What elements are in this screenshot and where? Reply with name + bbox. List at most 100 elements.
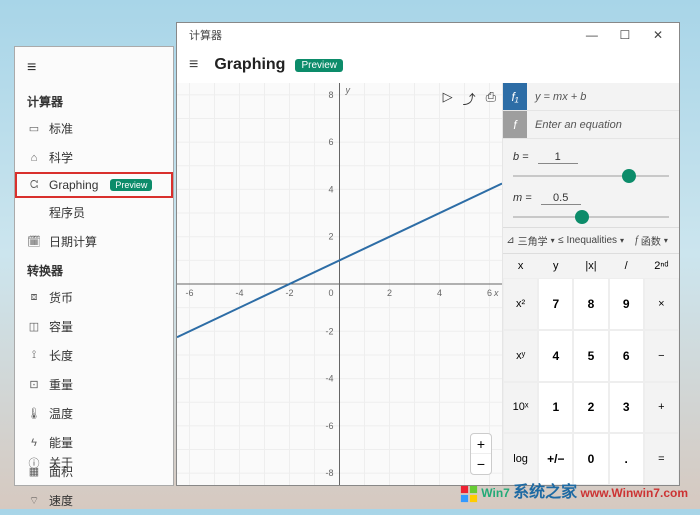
- svg-text:-4: -4: [325, 374, 333, 384]
- special-keys-row: xy|x|/2ⁿᵈ: [503, 254, 679, 278]
- preview-badge: Preview: [110, 179, 152, 191]
- graph-tool-0[interactable]: ▷: [443, 89, 453, 108]
- key-2ⁿᵈ[interactable]: 2ⁿᵈ: [644, 254, 679, 278]
- tab-label: 函数: [641, 233, 661, 248]
- tab-symbol-icon: ≤: [558, 235, 564, 246]
- hamburger-icon[interactable]: ≡: [15, 47, 173, 87]
- nav-item-日期计算[interactable]: 🗓 日期计算: [15, 227, 173, 256]
- nav-item-长度[interactable]: ⟟ 长度: [15, 341, 173, 370]
- nav-item-icon: ⌂: [27, 152, 41, 164]
- preview-badge: Preview: [295, 59, 343, 72]
- key-|x|[interactable]: |x|: [573, 254, 608, 278]
- key-/[interactable]: /: [609, 254, 644, 278]
- svg-text:2: 2: [387, 288, 392, 298]
- graph-plot: -6-4-2246-8-6-4-224680yx: [177, 83, 502, 485]
- nav-item-label: 容量: [49, 318, 73, 335]
- nav-item-速度[interactable]: ⌔ 速度: [15, 486, 173, 515]
- maximize-button[interactable]: ☐: [610, 28, 640, 42]
- svg-text:6: 6: [328, 137, 333, 147]
- slider-track[interactable]: [513, 168, 669, 184]
- svg-text:-2: -2: [325, 326, 333, 336]
- key-6[interactable]: 6: [609, 330, 644, 382]
- zoom-out-button[interactable]: −: [471, 454, 491, 474]
- nav-item-icon: ϟ: [27, 437, 41, 449]
- chevron-down-icon: ▾: [551, 236, 555, 245]
- tab-函数[interactable]: f函数▾: [624, 228, 679, 253]
- equation-index-icon: f: [503, 111, 527, 138]
- graph-tool-1[interactable]: ⤴: [463, 89, 476, 108]
- slider-m: m = 0.5: [503, 186, 679, 227]
- mode-bar: ≡ Graphing Preview: [177, 47, 679, 83]
- nav-group-calculator: 计算器: [15, 87, 173, 114]
- graph-tool-2[interactable]: ⎙: [486, 89, 496, 108]
- svg-text:-4: -4: [235, 288, 243, 298]
- equation-text: Enter an equation: [527, 119, 679, 131]
- nav-item-label: 长度: [49, 347, 73, 364]
- nav-item-标准[interactable]: ▭ 标准: [15, 114, 173, 143]
- svg-text:6: 6: [487, 288, 492, 298]
- nav-item-icon: ⌔: [27, 494, 41, 508]
- nav-item-label: 重量: [49, 376, 73, 393]
- hamburger-icon[interactable]: ≡: [189, 56, 198, 74]
- nav-item-label: 标准: [49, 120, 73, 137]
- equation-text: y = mx + b: [527, 91, 679, 103]
- zoom-in-button[interactable]: +: [471, 434, 491, 454]
- nav-item-label: Graphing: [49, 178, 98, 192]
- key-−[interactable]: −: [644, 330, 679, 382]
- equation-index-icon: f₁: [503, 83, 527, 110]
- key-×[interactable]: ×: [644, 278, 679, 330]
- key-y[interactable]: y: [538, 254, 573, 278]
- equation-row-0[interactable]: f₁ y = mx + b: [503, 83, 679, 111]
- slider-track[interactable]: [513, 209, 669, 225]
- nav-item-icon: ⊡: [27, 378, 41, 391]
- key-x²[interactable]: x²: [503, 278, 538, 330]
- svg-text:4: 4: [437, 288, 442, 298]
- nav-item-label: 货币: [49, 289, 73, 306]
- graph-panel[interactable]: -6-4-2246-8-6-4-224680yx ▷⤴⎙ + −: [177, 83, 503, 485]
- nav-about-label: 关于: [49, 454, 73, 471]
- nav-item-label: 科学: [49, 149, 73, 166]
- nav-item-icon: ⟟: [27, 349, 41, 362]
- close-button[interactable]: ✕: [643, 28, 673, 42]
- nav-item-graphing[interactable]: ᘳ GraphingPreview: [15, 172, 173, 198]
- mode-title: Graphing: [214, 56, 285, 74]
- key-+[interactable]: +: [644, 382, 679, 434]
- slider-thumb[interactable]: [575, 210, 589, 224]
- svg-text:-6: -6: [185, 288, 193, 298]
- key-5[interactable]: 5: [573, 330, 608, 382]
- key-3[interactable]: 3: [609, 382, 644, 434]
- nav-item-温度[interactable]: 🌡 温度: [15, 399, 173, 428]
- titlebar: 计算器 — ☐ ✕: [177, 23, 679, 47]
- svg-text:-2: -2: [285, 288, 293, 298]
- key-4[interactable]: 4: [538, 330, 573, 382]
- minimize-button[interactable]: —: [577, 28, 607, 42]
- key-x[interactable]: x: [503, 254, 538, 278]
- key-1[interactable]: 1: [538, 382, 573, 434]
- watermark: Win7 系统之家 www.Winwin7.com: [460, 478, 688, 503]
- equation-panel: f₁ y = mx + bf Enter an equation b = 1 m…: [503, 83, 679, 485]
- nav-group-converter: 转换器: [15, 256, 173, 283]
- key-2[interactable]: 2: [573, 382, 608, 434]
- key-8[interactable]: 8: [573, 278, 608, 330]
- slider-b: b = 1: [503, 145, 679, 186]
- equation-row-1[interactable]: f Enter an equation: [503, 111, 679, 139]
- calculator-nav-window: ≡ 计算器 ▭ 标准⌂ 科学ᘳ GraphingPreview 程序员🗓 日期计…: [14, 46, 174, 486]
- nav-item-容量[interactable]: ◫ 容量: [15, 312, 173, 341]
- nav-item-程序员[interactable]: 程序员: [15, 198, 173, 227]
- key-10ˣ[interactable]: 10ˣ: [503, 382, 538, 434]
- nav-about[interactable]: ⓘ 关于: [15, 448, 173, 477]
- key-xʸ[interactable]: xʸ: [503, 330, 538, 382]
- key-9[interactable]: 9: [609, 278, 644, 330]
- svg-text:y: y: [345, 85, 351, 95]
- tab-三角学[interactable]: ⊿三角学▾: [503, 228, 558, 253]
- calculator-main-window: 计算器 — ☐ ✕ ≡ Graphing Preview -6-4-2246-8…: [176, 22, 680, 486]
- key-7[interactable]: 7: [538, 278, 573, 330]
- tab-symbol-icon: f: [635, 235, 638, 246]
- nav-item-科学[interactable]: ⌂ 科学: [15, 143, 173, 172]
- nav-item-货币[interactable]: ⧈ 货币: [15, 283, 173, 312]
- nav-item-重量[interactable]: ⊡ 重量: [15, 370, 173, 399]
- nav-item-label: 日期计算: [49, 233, 97, 250]
- tab-inequalities[interactable]: ≤Inequalities▾: [558, 228, 624, 253]
- nav-item-icon: ◫: [27, 320, 41, 333]
- slider-thumb[interactable]: [622, 169, 636, 183]
